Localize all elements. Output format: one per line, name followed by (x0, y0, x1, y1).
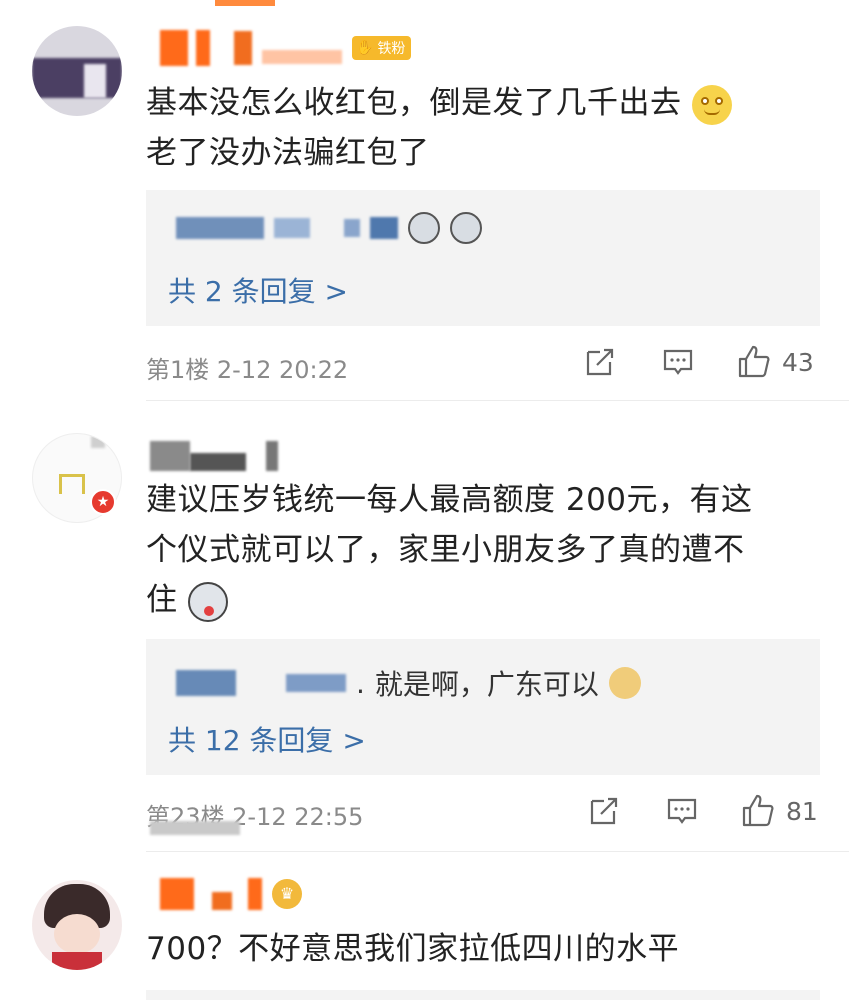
reply-preview: . 就是啊，广东可以 (176, 663, 641, 703)
like-count: 43 (782, 347, 814, 377)
username-row[interactable] (150, 441, 278, 471)
reply-preview-box[interactable]: 共 2 条回复 > (146, 190, 820, 326)
dog-emoji-icon (408, 212, 440, 244)
share-icon (586, 348, 614, 376)
dog-emoji-icon (450, 212, 482, 244)
comment-text: 基本没怎么收红包，倒是发了几千出去 老了没办法骗红包了 (146, 78, 732, 178)
floor-time: 第1楼 2-12 20:22 (146, 356, 349, 384)
hand-icon: ✋ (356, 40, 374, 56)
username-redacted (150, 441, 190, 471)
comment-item: ♛ 700？不好意思我们家拉低四川的水平 (0, 852, 849, 1000)
reply-author-redacted (176, 670, 236, 696)
comment-text: 700？不好意思我们家拉低四川的水平 (146, 931, 680, 967)
thumbs-up-icon (742, 794, 774, 827)
crown-badge-icon: ♛ (272, 879, 302, 909)
comment-button[interactable] (662, 346, 694, 378)
fan-badge: ✋ 铁粉 (352, 36, 412, 60)
share-button[interactable] (584, 346, 616, 378)
like-button[interactable]: 81 (740, 793, 818, 829)
reply-preview-box[interactable]: . 就是啊，广东可以 共 12 条回复 > (146, 639, 820, 775)
comment-text: 建议压岁钱统一每人最高额度 200元，有这 个仪式就可以了，家里小朋友多了真的遭… (146, 475, 753, 625)
view-replies-link[interactable]: 共 2 条回复 > (168, 270, 348, 310)
reply-preview (176, 212, 482, 244)
username-redacted (160, 30, 188, 66)
view-replies-link[interactable]: 共 12 条回复 > (168, 719, 366, 759)
thumbs-up-icon (738, 345, 770, 378)
verified-badge-icon: ★ (90, 489, 116, 515)
username-row[interactable]: ✋ 铁粉 (160, 30, 412, 66)
comment-button[interactable] (666, 795, 698, 827)
smile-emoji-icon (691, 84, 732, 125)
comment-item: ✋ 铁粉 基本没怎么收红包，倒是发了几千出去 老了没办法骗红包了 共 2 条回复… (0, 0, 849, 401)
avatar[interactable] (32, 26, 122, 116)
doge-emoji-icon (608, 667, 641, 699)
comment-icon (667, 798, 697, 824)
redacted-overlay (150, 821, 240, 835)
reply-preview-box[interactable] (146, 990, 820, 1000)
avatar[interactable] (32, 880, 122, 970)
reply-author-redacted (176, 217, 264, 239)
like-button[interactable]: 43 (736, 344, 814, 380)
share-button[interactable] (588, 795, 620, 827)
like-count: 81 (786, 796, 818, 826)
comment-icon (663, 349, 693, 375)
share-icon (590, 797, 618, 825)
username-row[interactable]: ♛ (160, 878, 302, 910)
comment-item: ★ 建议压岁钱统一每人最高额度 200元，有这 个仪式就可以了，家里小朋友多了真… (0, 401, 849, 852)
username-redacted (160, 878, 194, 910)
dog-emoji-icon (187, 581, 228, 622)
